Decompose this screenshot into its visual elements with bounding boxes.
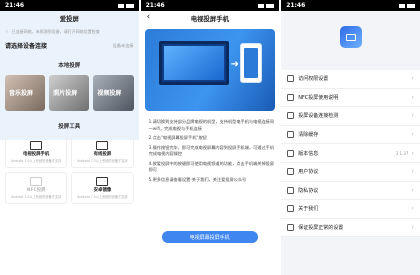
settings-icon <box>287 224 295 232</box>
device-select-row[interactable]: 请选择设备连接 设备未连接 <box>5 41 134 51</box>
settings-menu: 访问权限设置 › NFC投屏使用说明 › 投屏设备连接检测 › 清除缓存 › 版本信息 3… <box>281 70 420 238</box>
android-mirror-tool[interactable]: 安卓镜像 Android 7.0以上系统的设备才支持 <box>71 172 134 204</box>
local-section-title: 本地投屏 <box>58 63 81 69</box>
status-time: 21:46 <box>5 2 25 9</box>
chevron-right-icon: › <box>411 93 414 101</box>
check-icon <box>287 112 295 120</box>
chevron-right-icon: › <box>411 131 414 139</box>
status-time: 21:46 <box>286 2 306 9</box>
nfc-icon <box>30 177 43 186</box>
chevron-right-icon: › <box>411 149 414 157</box>
nfc-cast-tool[interactable]: NFC投屏 Android 7.0以上系统的设备才支持 <box>5 172 68 204</box>
version-value: 3.1.37 <box>395 150 409 156</box>
menu-item-permissions[interactable]: 访问权限设置 › <box>281 70 420 89</box>
step-3: 3.操作按钮完毕，即可完成电视屏幕内容到投屏手机端，可通过手机完成电视内容操控 <box>148 144 275 157</box>
step-4: 4.按爱投屏中的按键即可使用电视频道的功能，点击手机端关掉投屏即可 <box>148 160 275 173</box>
people-icon <box>287 205 295 213</box>
music-cast-tile[interactable]: 音乐投屏 <box>5 75 46 111</box>
wired-cast-tool[interactable]: 有线投屏 Android 7.0以上系统的设备才支持 <box>71 136 134 168</box>
tv-icon <box>30 141 43 150</box>
status-bar: 21:46 <box>0 0 139 11</box>
lock-icon <box>287 75 295 83</box>
app-logo <box>340 26 363 48</box>
home-screen: 21:46 爱投屏 ⌔ 已连接网络，未探测到设备，请打开网络设置检查 请选择设备… <box>0 0 139 275</box>
tool-name: 安卓镜像 <box>93 188 112 193</box>
chevron-right-icon: › <box>411 75 414 83</box>
wifi-hint-text: 已连接网络，未探测到设备，请打开网络设置检查 <box>11 29 100 34</box>
trash-icon <box>287 131 295 139</box>
status-icons <box>117 3 134 8</box>
back-icon[interactable]: ‹ <box>147 12 151 22</box>
chevron-right-icon: › <box>411 112 414 120</box>
wifi-icon: ⌔ <box>5 29 9 34</box>
chevron-right-icon: › <box>411 205 414 213</box>
info-icon <box>287 149 295 157</box>
status-bar: 21:46 <box>281 0 420 11</box>
instruction-steps: 1.请切换到支持部分品牌电视的机型，支持机型电手机与电视连接同一wifi，完成电… <box>149 119 275 183</box>
tv-cast-phone-screen: 21:46 ‹ 电视投屏手机 ➜ 1.请切换到支持部分品牌电视的机型，支持机型电… <box>140 0 280 275</box>
arrow-right-icon: ➜ <box>230 59 239 70</box>
settings-screen: 21:46 访问权限设置 › NFC投屏使用说明 › 投屏设备连接检测 › 清除缓存 ›… <box>281 0 420 275</box>
menu-item-clear-cache[interactable]: 清除缓存 › <box>281 125 420 145</box>
menu-item-connection-check[interactable]: 投屏设备连接检测 › <box>281 107 420 126</box>
video-cast-tile[interactable]: 视频投屏 <box>93 75 134 111</box>
tv-cast-phone-tool[interactable]: 电视投屏手机 Android 7.0以上系统的设备才支持 <box>5 136 68 168</box>
tv-icon <box>158 41 229 85</box>
wifi-hint[interactable]: ⌔ 已连接网络，未探测到设备，请打开网络设置检查 <box>5 29 134 35</box>
tool-name: 电视投屏手机 <box>22 152 50 157</box>
status-time: 21:46 <box>145 2 165 9</box>
screens-row: 21:46 爱投屏 ⌔ 已连接网络，未探测到设备，请打开网络设置检查 请选择设备… <box>0 0 420 275</box>
tool-desc: Android 7.0以上系统的设备才支持 <box>11 159 62 163</box>
menu-item-cast-settings[interactable]: 保证投屏正常的设置 › <box>281 218 420 238</box>
photo-cast-tile[interactable]: 照片投屏 <box>49 75 90 111</box>
menu-item-user-agreement[interactable]: 用户协议 › <box>281 162 420 182</box>
step-1: 1.请切换到支持部分品牌电视的机型，支持机型电手机与电视连接同一wifi，完成电… <box>148 119 275 131</box>
tool-desc: Android 7.0以上系统的设备才支持 <box>11 195 62 199</box>
tools-section-title: 投屏工具 <box>58 124 81 130</box>
tool-name: NFC投屏 <box>26 188 46 193</box>
chevron-right-icon: › <box>411 186 414 194</box>
mirror-icon <box>96 177 109 186</box>
menu-item-version[interactable]: 版本信息 3.1.37 › <box>281 144 420 163</box>
local-tiles: 音乐投屏 照片投屏 视频投屏 <box>5 75 134 111</box>
tv-cast-phone-button[interactable]: 电视屏幕投屏手机 <box>161 231 258 243</box>
chevron-right-icon: › <box>411 224 414 232</box>
tool-name: 有线投屏 <box>93 152 112 157</box>
chevron-right-icon: › <box>411 168 414 176</box>
hero-illustration: ➜ <box>144 29 276 111</box>
status-icons <box>398 3 415 8</box>
cable-icon <box>96 141 109 150</box>
tool-desc: Android 7.0以上系统的设备才支持 <box>77 195 128 199</box>
phone-icon <box>239 43 262 83</box>
tools-grid: 电视投屏手机 Android 7.0以上系统的设备才支持 有线投屏 Androi… <box>5 136 134 204</box>
tool-desc: Android 7.0以上系统的设备才支持 <box>77 159 128 163</box>
tv-logo-icon <box>346 33 357 41</box>
shield-icon <box>287 186 295 194</box>
select-device-status[interactable]: 设备未连接 <box>113 43 134 49</box>
document-icon <box>287 168 295 176</box>
menu-item-privacy[interactable]: 隐私协议 › <box>281 181 420 201</box>
menu-item-nfc-guide[interactable]: NFC投屏使用说明 › <box>281 88 420 108</box>
step-5: 5.更多信息请查看设置-关于我们，关注爱投屏公众号 <box>148 176 247 182</box>
select-device-title: 请选择设备连接 <box>5 43 48 50</box>
menu-item-about[interactable]: 关于我们 › <box>281 200 420 219</box>
page-title: 电视投屏手机 <box>190 15 230 23</box>
page-header: ‹ 电视投屏手机 <box>141 11 280 26</box>
status-icons <box>258 3 275 8</box>
status-bar: 21:46 <box>140 0 280 11</box>
nfc-icon <box>287 93 295 101</box>
step-2: 2.点击"电视屏幕投屏手机"按钮 <box>148 135 207 140</box>
page-title: 爱投屏 <box>59 15 79 23</box>
